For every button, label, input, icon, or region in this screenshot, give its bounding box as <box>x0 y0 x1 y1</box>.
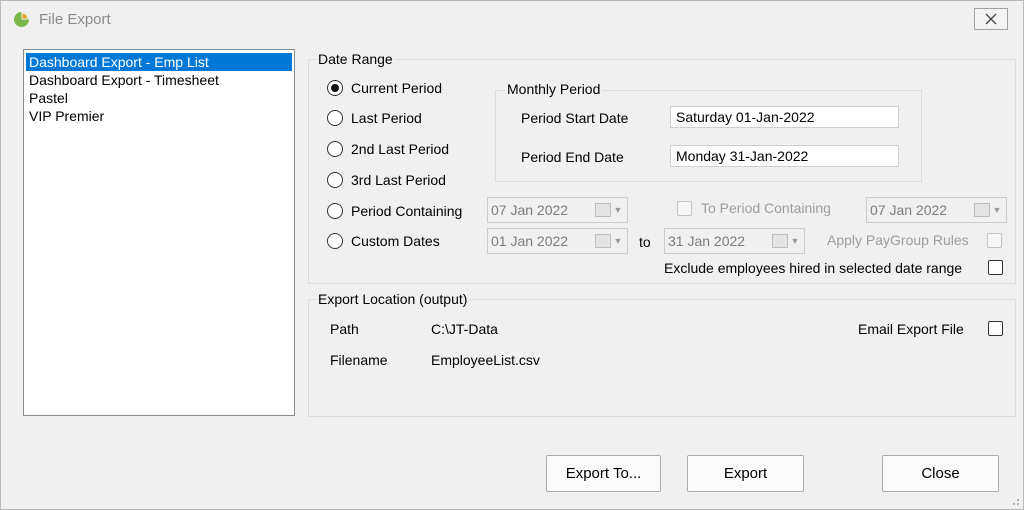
radio-current-period[interactable]: Current Period <box>327 78 442 98</box>
radio-3rd-last-period[interactable]: 3rd Last Period <box>327 170 446 190</box>
radio-button[interactable] <box>327 80 343 96</box>
apply-paygroup-checkbox[interactable] <box>987 233 1002 248</box>
list-item[interactable]: Pastel <box>26 89 68 107</box>
radio-button[interactable] <box>327 203 343 219</box>
list-item[interactable]: Dashboard Export - Timesheet <box>26 71 219 89</box>
export-location-legend: Export Location (output) <box>316 291 470 307</box>
chevron-down-icon[interactable]: ▼ <box>790 236 800 246</box>
list-item[interactable]: VIP Premier <box>26 107 104 125</box>
period-start-field[interactable]: Saturday 01-Jan-2022 <box>670 106 899 128</box>
list-item[interactable]: Dashboard Export - Emp List <box>26 53 292 71</box>
export-button[interactable]: Export <box>687 455 804 492</box>
export-type-list[interactable]: Dashboard Export - Emp List Dashboard Ex… <box>23 49 295 416</box>
close-button[interactable]: Close <box>882 455 999 492</box>
to-period-containing-label: To Period Containing <box>701 200 831 216</box>
export-to-button[interactable]: Export To... <box>546 455 661 492</box>
to-period-containing-checkbox[interactable] <box>677 201 692 216</box>
calendar-icon[interactable] <box>974 203 990 217</box>
chevron-down-icon[interactable]: ▼ <box>613 236 623 246</box>
date-value: 31 Jan 2022 <box>668 233 746 249</box>
path-value: C:\JT-Data <box>431 321 498 337</box>
radio-period-containing[interactable]: Period Containing <box>327 201 462 221</box>
to-period-containing-date-picker[interactable]: 07 Jan 2022 ▼ <box>866 197 1007 223</box>
filename-label: Filename <box>330 352 388 368</box>
radio-label: Custom Dates <box>351 233 440 249</box>
exclude-employees-checkbox[interactable] <box>988 260 1003 275</box>
radio-2nd-last-period[interactable]: 2nd Last Period <box>327 139 449 159</box>
to-label: to <box>639 234 651 250</box>
path-label: Path <box>330 321 359 337</box>
radio-button[interactable] <box>327 172 343 188</box>
chevron-down-icon[interactable]: ▼ <box>613 205 623 215</box>
radio-label: Period Containing <box>351 203 463 219</box>
radio-label: Current Period <box>351 80 443 96</box>
custom-to-date-picker[interactable]: 31 Jan 2022 ▼ <box>664 228 805 254</box>
radio-button[interactable] <box>327 141 343 157</box>
radio-label: Last Period <box>351 110 422 126</box>
period-end-label: Period End Date <box>521 149 624 165</box>
window-title: File Export <box>39 11 111 28</box>
monthly-period-legend: Monthly Period <box>505 81 603 97</box>
resize-grip-icon[interactable] <box>1010 496 1020 506</box>
email-export-label: Email Export File <box>858 321 964 337</box>
radio-button[interactable] <box>327 110 343 126</box>
email-export-checkbox[interactable] <box>988 321 1003 336</box>
period-start-label: Period Start Date <box>521 110 629 126</box>
filename-value: EmployeeList.csv <box>431 352 540 368</box>
window-close-button[interactable] <box>974 8 1008 30</box>
period-containing-date-picker[interactable]: 07 Jan 2022 ▼ <box>487 197 628 223</box>
radio-last-period[interactable]: Last Period <box>327 108 422 128</box>
date-value: 01 Jan 2022 <box>491 233 569 249</box>
exclude-employees-label: Exclude employees hired in selected date… <box>664 260 963 276</box>
radio-button[interactable] <box>327 233 343 249</box>
radio-label: 3rd Last Period <box>351 172 446 188</box>
app-icon <box>14 12 29 27</box>
chevron-down-icon[interactable]: ▼ <box>992 205 1002 215</box>
calendar-icon[interactable] <box>595 234 611 248</box>
export-location-group <box>308 299 1016 417</box>
period-end-field[interactable]: Monday 31-Jan-2022 <box>670 145 899 167</box>
monthly-period-group <box>495 90 922 182</box>
date-value: 07 Jan 2022 <box>870 202 948 218</box>
radio-label: 2nd Last Period <box>351 141 450 157</box>
date-value: 07 Jan 2022 <box>491 202 569 218</box>
title-bar: File Export <box>1 1 1023 37</box>
apply-paygroup-label: Apply PayGroup Rules <box>827 232 969 248</box>
date-range-legend: Date Range <box>316 51 395 67</box>
custom-from-date-picker[interactable]: 01 Jan 2022 ▼ <box>487 228 628 254</box>
calendar-icon[interactable] <box>595 203 611 217</box>
file-export-window: File Export Dashboard Export - Emp List … <box>0 0 1024 510</box>
calendar-icon[interactable] <box>772 234 788 248</box>
radio-custom-dates[interactable]: Custom Dates <box>327 231 440 251</box>
close-icon <box>985 13 997 25</box>
